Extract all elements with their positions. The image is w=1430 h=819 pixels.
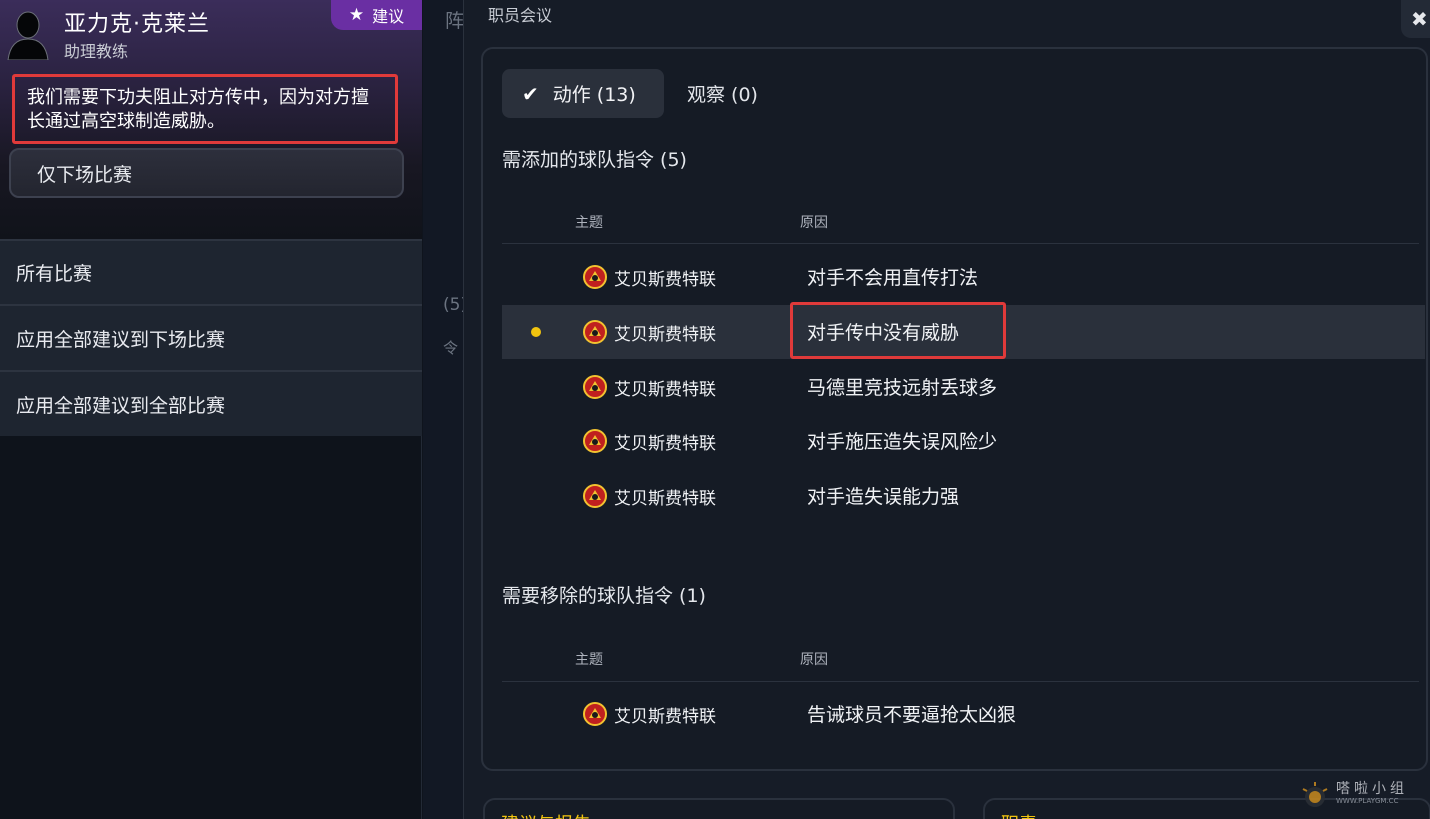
add-section-title: 需添加的球队指令 (5) [502, 149, 687, 171]
reason-text: 对手施压造失误风险少 [807, 431, 998, 453]
column-header-reason: 原因 [800, 215, 828, 231]
tab-observations[interactable]: 观察 (0) [687, 69, 758, 118]
team-name: 艾贝斯费特联 [614, 707, 716, 727]
column-header-subject: 主题 [575, 215, 603, 231]
modal-title: 职员会议 [488, 6, 553, 25]
divider [502, 243, 1419, 244]
tab-actions-label: 动作 (13) [552, 84, 636, 106]
column-header-subject: 主题 [575, 652, 603, 668]
watermark-main: 嗒啦小组 [1336, 781, 1408, 797]
advisor-name: 亚力克·克莱兰 [64, 12, 210, 37]
reason-text: 马德里竞技远射丢球多 [807, 377, 998, 399]
next-match-only-button[interactable]: 仅下场比赛 [9, 148, 404, 198]
team-name: 艾贝斯费特联 [614, 380, 716, 400]
tab-actions[interactable]: ✔ 动作 (13) [502, 69, 664, 118]
background-text: 阵 [445, 10, 465, 32]
table-row[interactable]: 艾贝斯费特联 对手造失误能力强 [502, 469, 1425, 523]
menu-item-apply-next-match[interactable]: 应用全部建议到下场比赛 [0, 304, 422, 370]
watermark-logo-icon [1302, 782, 1328, 807]
team-name: 艾贝斯费特联 [614, 489, 716, 509]
watermark-text: 嗒啦小组 WWW.PLAYGM.CC [1336, 781, 1408, 807]
table-row[interactable]: 艾贝斯费特联 对手不会用直传打法 [502, 250, 1425, 304]
menu-item-apply-all-matches[interactable]: 应用全部建议到全部比赛 [0, 370, 422, 436]
reason-text: 对手不会用直传打法 [807, 267, 979, 289]
table-row[interactable]: 艾贝斯费特联 马德里竞技远射丢球多 [502, 360, 1425, 414]
close-button[interactable]: ✖ [1401, 0, 1430, 38]
advisor-panel: 亚力克·克莱兰 助理教练 ★ 建议 我们需要下功夫阻止对方传中，因为对方擅长通过… [0, 0, 422, 819]
reason-text: 对手传中没有威胁 [807, 322, 960, 344]
club-crest-icon [583, 265, 607, 289]
column-header-reason: 原因 [800, 652, 828, 668]
remove-section-title: 需要移除的球队指令 (1) [502, 585, 706, 607]
advisor-quote: 我们需要下功夫阻止对方传中，因为对方擅长通过高空球制造威胁。 [12, 74, 398, 144]
avatar-silhouette-icon [7, 11, 49, 60]
club-crest-icon [583, 429, 607, 453]
suggestion-badge: ★ 建议 [331, 0, 422, 30]
menu-item-all-matches[interactable]: 所有比赛 [0, 239, 422, 304]
team-name: 艾贝斯费特联 [614, 270, 716, 290]
divider [502, 681, 1419, 682]
club-crest-icon [583, 702, 607, 726]
team-name: 艾贝斯费特联 [614, 434, 716, 454]
background-text: 令 [443, 339, 459, 357]
watermark-sub: WWW.PLAYGM.CC [1336, 797, 1399, 805]
suggestion-badge-label: 建议 [372, 7, 405, 26]
background-page-strip: 阵 (5) 令 [423, 0, 467, 819]
table-row[interactable]: 艾贝斯费特联 告诫球员不要逼抢太凶狠 [502, 687, 1425, 741]
club-crest-icon [583, 484, 607, 508]
actions-card: ✔ 动作 (13) 观察 (0) 需添加的球队指令 (5) 主题 原因 艾贝斯费… [481, 47, 1428, 771]
close-icon: ✖ [1411, 7, 1428, 31]
watermark: 嗒啦小组 WWW.PLAYGM.CC [1300, 778, 1428, 812]
checkmark-icon: ✔ [522, 81, 539, 106]
reason-text: 对手造失误能力强 [807, 486, 960, 508]
selected-dot-icon [531, 327, 541, 337]
team-name: 艾贝斯费特联 [614, 325, 716, 345]
table-row-selected[interactable]: 艾贝斯费特联 对手传中没有威胁 [502, 302, 1425, 359]
advisor-header: 亚力克·克莱兰 助理教练 ★ 建议 我们需要下功夫阻止对方传中，因为对方擅长通过… [0, 0, 422, 239]
apply-menu: 所有比赛 应用全部建议到下场比赛 应用全部建议到全部比赛 [0, 239, 422, 436]
bottom-card-reports[interactable]: 建议与报告 [483, 798, 955, 819]
reason-text: 告诫球员不要逼抢太凶狠 [807, 704, 1017, 726]
staff-meeting-modal: 职员会议 ✖ ✔ 动作 (13) 观察 (0) 需添加的球队指令 (5) 主题 … [463, 0, 1430, 819]
star-icon: ★ [348, 5, 365, 25]
table-row[interactable]: 艾贝斯费特联 对手施压造失误风险少 [502, 414, 1425, 468]
club-crest-icon [583, 375, 607, 399]
advisor-role: 助理教练 [64, 42, 129, 61]
club-crest-icon [583, 320, 607, 344]
